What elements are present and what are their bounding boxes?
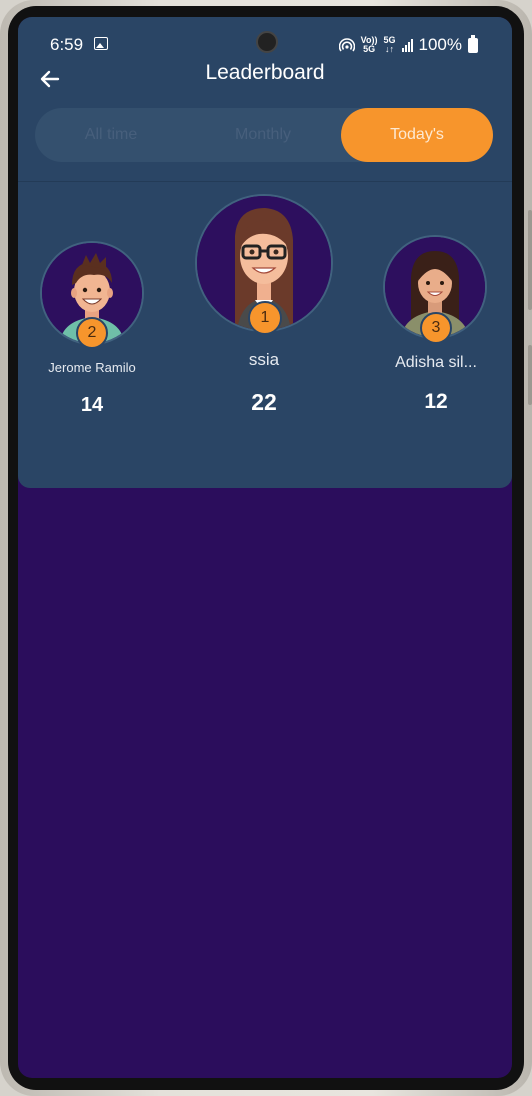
player-name: Jerome Ramilo [48,360,136,375]
player-score: 12 [424,390,448,413]
gallery-notification-icon [94,37,108,50]
battery-icon [468,34,478,53]
period-tabs: All time Monthly Today's [35,108,493,162]
rank-badge: 3 [420,312,452,344]
status-bar: 6:59 Vo)) 5G 5G ↓↑ 100% [18,31,512,57]
signal-icon [401,38,413,52]
rank-badge: 2 [76,317,108,349]
power-button [528,345,532,405]
tab-todays[interactable]: Today's [341,108,493,162]
player-name: ssia [248,350,280,369]
front-camera [256,31,278,53]
player-score: 22 [251,389,277,415]
player-score: 14 [80,394,104,416]
tab-all-time[interactable]: All time [35,108,187,162]
rank-badge: 1 [248,301,282,335]
player-name: Adisha sil... [395,354,477,371]
divider [18,181,512,182]
5g-data-icon: 5G ↓↑ [383,35,396,54]
volume-button [528,210,532,310]
app-bar: Leaderboard [18,57,512,97]
status-time: 6:59 [50,35,84,54]
tab-monthly[interactable]: Monthly [187,108,339,162]
status-icons: Vo)) 5G 5G ↓↑ 100% [338,34,478,55]
volte-icon: Vo)) 5G [360,35,378,54]
screen: 6:59 Vo)) 5G 5G ↓↑ 100% Leaderboard All … [18,17,512,1078]
hotspot-icon [338,38,355,52]
device-frame: 6:59 Vo)) 5G 5G ↓↑ 100% Leaderboard All … [0,0,532,1096]
leaderboard-header: 6:59 Vo)) 5G 5G ↓↑ 100% Leaderboard All … [18,17,512,488]
battery-percent: 100% [418,35,462,54]
page-title: Leaderboard [205,61,325,84]
